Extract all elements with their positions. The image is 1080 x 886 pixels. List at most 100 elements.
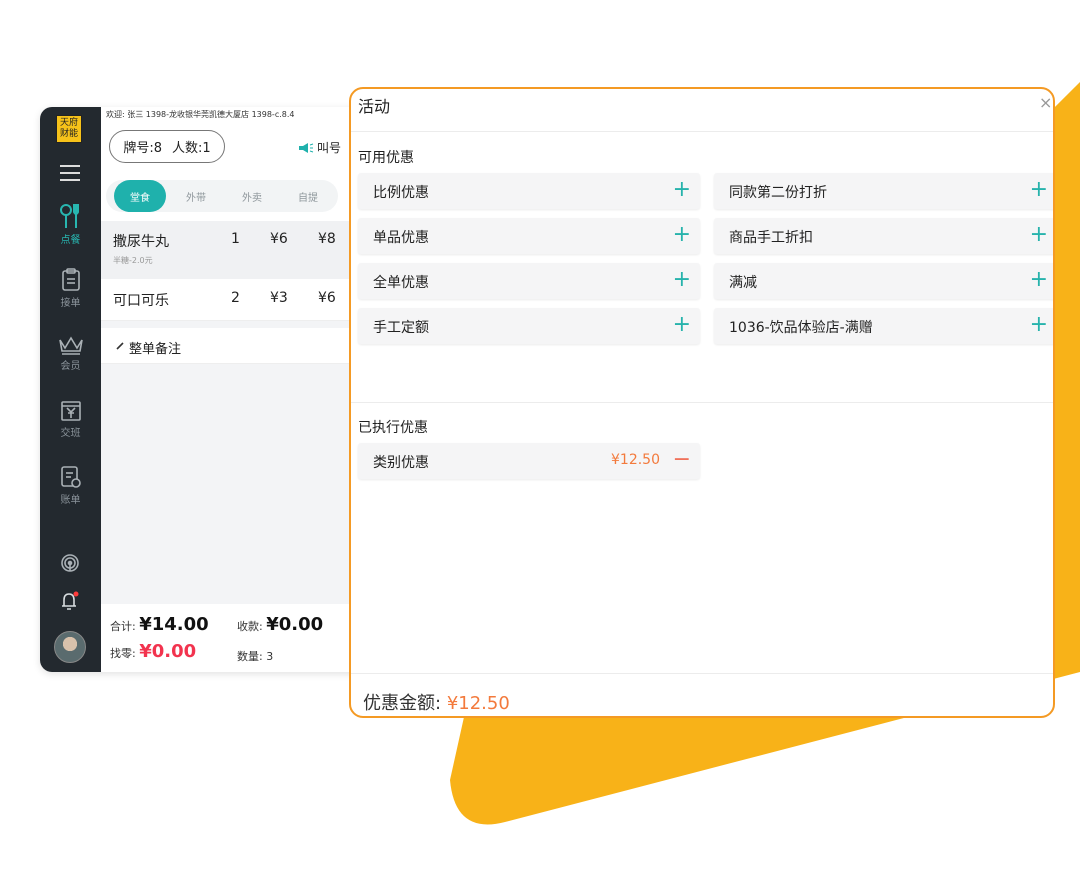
total-label: 合计: bbox=[110, 620, 136, 633]
logo-line-2: 财能 bbox=[59, 129, 78, 139]
call-number-button[interactable]: 叫号 bbox=[298, 139, 341, 156]
discount-item[interactable]: 商品手工折扣 + bbox=[714, 218, 1053, 254]
plus-icon[interactable]: + bbox=[1030, 267, 1048, 293]
discount-label: 满减 bbox=[729, 275, 757, 291]
order-item-row[interactable]: 可口可乐 2 ¥3 ¥6 bbox=[101, 279, 370, 321]
order-summary: 合计: ¥14.00 收款: ¥0.00 找零: ¥0.00 数量: 3 bbox=[101, 604, 370, 672]
bill-icon bbox=[60, 466, 81, 488]
crown-icon bbox=[58, 336, 83, 355]
order-note-row[interactable]: 整单备注 bbox=[101, 328, 370, 364]
discount-label: 比例优惠 bbox=[373, 185, 429, 201]
nav-item-bill[interactable]: 账单 bbox=[40, 465, 101, 506]
discount-item[interactable]: 比例优惠 + bbox=[358, 173, 700, 209]
nav-item-shift[interactable]: 交班 bbox=[40, 400, 101, 439]
nav-label: 交班 bbox=[60, 428, 81, 439]
discount-label: 商品手工折扣 bbox=[729, 230, 813, 246]
nav-label: 账单 bbox=[60, 495, 81, 506]
tab-delivery[interactable]: 外卖 bbox=[226, 180, 278, 212]
call-label: 叫号 bbox=[317, 141, 342, 155]
pos-window: 天府 财能 点餐 接单 会员 交班 账单 欢迎: 张三 1398-龙收银华莞凯德… bbox=[40, 107, 370, 672]
item-total: ¥8 bbox=[318, 231, 336, 247]
tab-takeaway[interactable]: 外带 bbox=[170, 180, 222, 212]
discount-total-value: ¥12.50 bbox=[446, 693, 510, 714]
bell-icon[interactable] bbox=[59, 590, 81, 612]
speaker-icon bbox=[299, 142, 314, 153]
order-type-tabs: 堂食 外带 外卖 自提 bbox=[106, 180, 338, 212]
discount-item[interactable]: 手工定额 + bbox=[358, 308, 700, 344]
logo-line-1: 天府 bbox=[59, 118, 78, 128]
executed-discounts-heading: 已执行优惠 bbox=[358, 420, 428, 436]
nav-label: 接单 bbox=[60, 298, 81, 309]
stage: 天府 财能 点餐 接单 会员 交班 账单 欢迎: 张三 1398-龙收银华莞凯德… bbox=[0, 0, 1080, 886]
nav-label: 点餐 bbox=[60, 235, 81, 246]
plus-icon[interactable]: + bbox=[1030, 312, 1048, 338]
divider bbox=[101, 321, 370, 328]
minus-icon[interactable]: − bbox=[673, 447, 691, 473]
discount-label: 1036-饮品体验店-满赠 bbox=[729, 320, 873, 336]
wifi-icon[interactable] bbox=[60, 553, 80, 573]
discount-label: 手工定额 bbox=[373, 320, 429, 336]
item-qty: 2 bbox=[231, 290, 240, 306]
sidebar: 天府 财能 点餐 接单 会员 交班 账单 bbox=[40, 107, 101, 672]
received-value: ¥0.00 bbox=[266, 614, 324, 635]
discount-total-label: 优惠金额: bbox=[363, 693, 442, 714]
discount-label: 类别优惠 bbox=[373, 455, 429, 471]
menu-icon[interactable] bbox=[60, 165, 80, 186]
fork-knife-icon bbox=[59, 204, 79, 228]
received-line: 收款: ¥0.00 bbox=[237, 614, 323, 635]
tab-dine-in[interactable]: 堂食 bbox=[114, 180, 166, 212]
discount-item[interactable]: 满减 + bbox=[714, 263, 1053, 299]
count-value: 3 bbox=[266, 650, 274, 663]
discount-amount: ¥12.50 bbox=[611, 452, 660, 468]
plus-icon[interactable]: + bbox=[1030, 222, 1048, 248]
available-discounts-heading: 可用优惠 bbox=[358, 150, 414, 166]
dialog-title: 活动 bbox=[358, 97, 391, 116]
order-note-label: 整单备注 bbox=[129, 342, 182, 357]
change-value: ¥0.00 bbox=[139, 641, 197, 662]
people-count: 人数:1 bbox=[172, 141, 211, 156]
executed-discount-item[interactable]: 类别优惠 ¥12.50 − bbox=[358, 443, 700, 479]
table-tag-pill[interactable]: 牌号:8 人数:1 bbox=[109, 130, 225, 163]
change-line: 找零: ¥0.00 bbox=[110, 641, 196, 662]
plus-icon[interactable]: + bbox=[673, 312, 691, 338]
count-label: 数量: bbox=[237, 650, 263, 663]
item-name: 可口可乐 bbox=[113, 293, 169, 309]
divider bbox=[351, 402, 1053, 403]
count-line: 数量: 3 bbox=[237, 648, 273, 664]
item-option: 半糖-2.0元 bbox=[113, 256, 153, 265]
order-item-row[interactable]: 撒尿牛丸 1 ¥6 ¥8 半糖-2.0元 bbox=[101, 221, 370, 279]
nav-item-accept[interactable]: 接单 bbox=[40, 268, 101, 309]
discount-item[interactable]: 1036-饮品体验店-满赠 + bbox=[714, 308, 1053, 344]
pencil-icon bbox=[116, 342, 124, 350]
tag-number: 牌号:8 bbox=[123, 141, 162, 156]
plus-icon[interactable]: + bbox=[673, 177, 691, 203]
nav-label: 会员 bbox=[60, 361, 81, 372]
nav-item-member[interactable]: 会员 bbox=[40, 335, 101, 372]
total-line: 合计: ¥14.00 bbox=[110, 614, 209, 635]
avatar[interactable] bbox=[54, 631, 86, 663]
tab-pickup[interactable]: 自提 bbox=[282, 180, 334, 212]
welcome-info: 欢迎: 张三 1398-龙收银华莞凯德大厦店 1398-c.8.4 bbox=[106, 110, 295, 119]
discount-total: 优惠金额: ¥12.50 bbox=[363, 689, 510, 715]
plus-icon[interactable]: + bbox=[673, 222, 691, 248]
close-icon[interactable]: × bbox=[1039, 93, 1052, 112]
plus-icon[interactable]: + bbox=[673, 267, 691, 293]
order-empty-area bbox=[101, 364, 370, 604]
discount-label: 全单优惠 bbox=[373, 275, 429, 291]
item-qty: 1 bbox=[231, 231, 240, 247]
item-total: ¥6 bbox=[318, 290, 336, 306]
item-name: 撒尿牛丸 bbox=[113, 234, 169, 250]
divider bbox=[351, 673, 1053, 674]
change-label: 找零: bbox=[110, 647, 136, 660]
discount-item[interactable]: 同款第二份打折 + bbox=[714, 173, 1053, 209]
discount-item[interactable]: 全单优惠 + bbox=[358, 263, 700, 299]
divider bbox=[351, 131, 1053, 132]
discount-label: 单品优惠 bbox=[373, 230, 429, 246]
item-price: ¥3 bbox=[270, 290, 288, 306]
total-value: ¥14.00 bbox=[139, 614, 209, 635]
brand-logo: 天府 财能 bbox=[56, 115, 82, 143]
plus-icon[interactable]: + bbox=[1030, 177, 1048, 203]
nav-item-order[interactable]: 点餐 bbox=[40, 203, 101, 246]
discount-item[interactable]: 单品优惠 + bbox=[358, 218, 700, 254]
item-price: ¥6 bbox=[270, 231, 288, 247]
